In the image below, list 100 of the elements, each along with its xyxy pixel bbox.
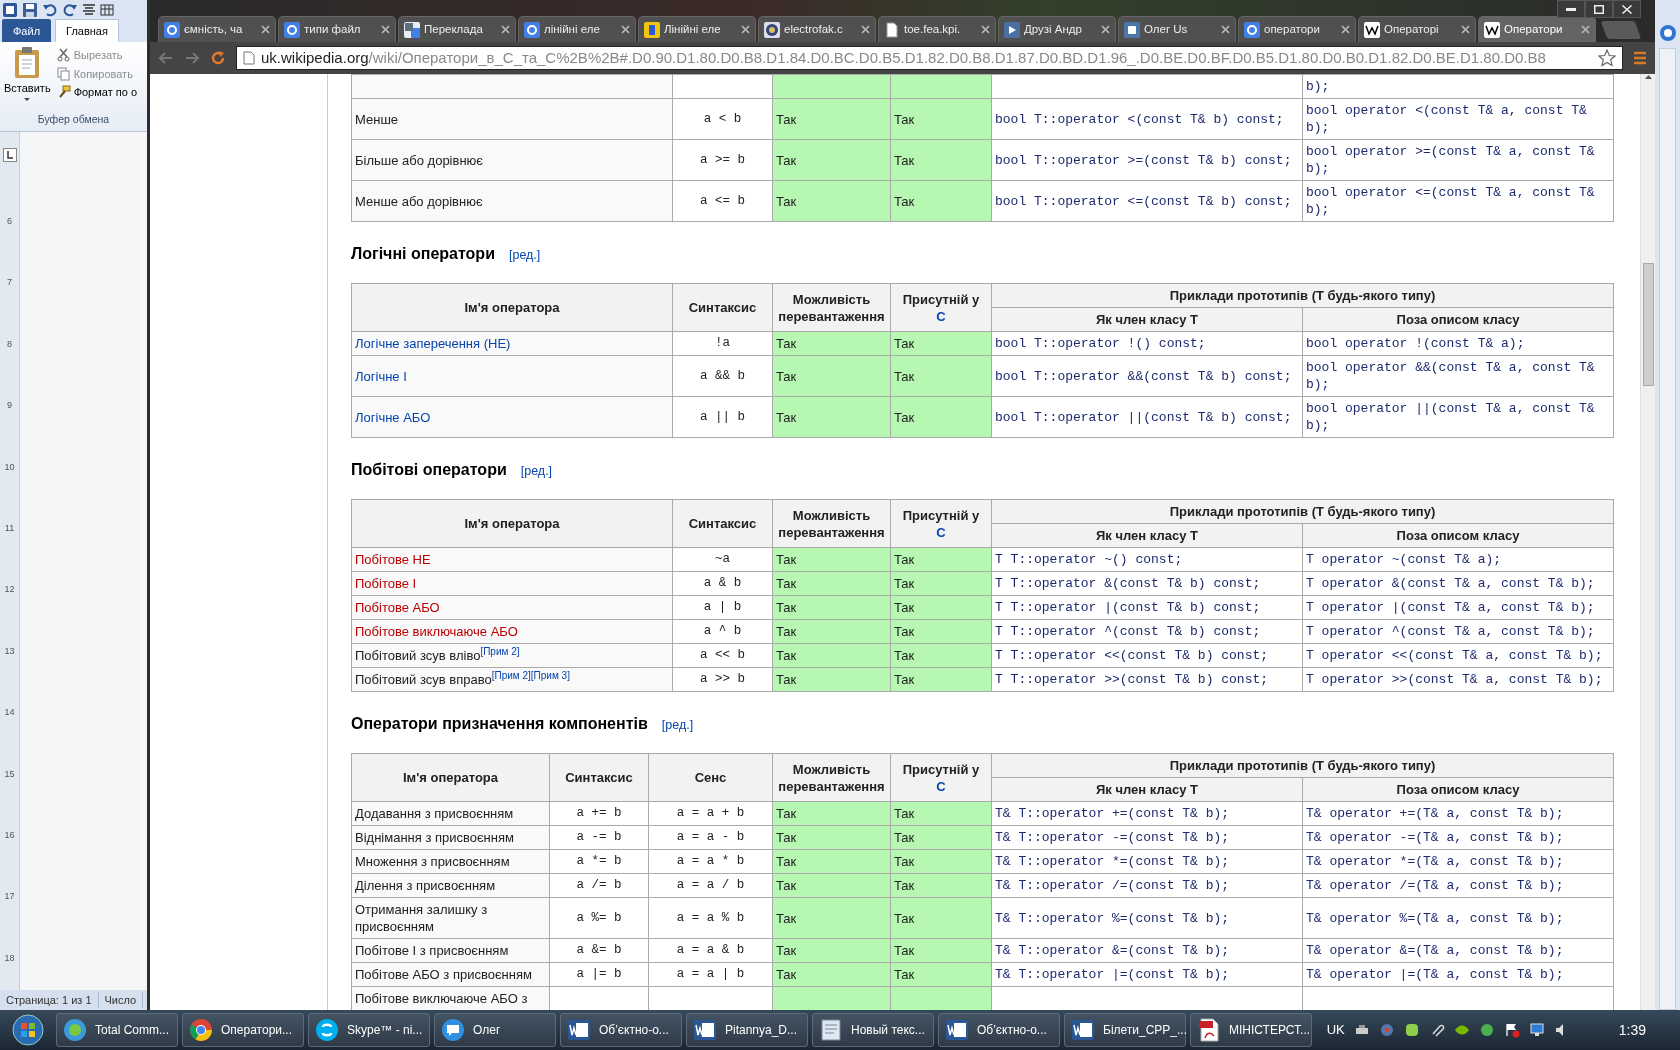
address-bar[interactable]: uk.wikipedia.org/wiki/Оператори_в_C_та_C%2B%2B#.D0.90.D1.80.D0.B8.D1.84.D0.BC.D0.B5.D1.82.D0.B8.D1.87.D0.BD.D1.96_.D0.BE.D0.BF.D0.B5.D1.80.D0.B0.D1.82.D0.BE.D1.80.D0.B8 [236,46,1623,70]
close-icon[interactable] [861,25,870,34]
scrollbar[interactable] [1659,48,1676,1010]
column-header: Присутній у [901,760,981,778]
close-icon[interactable] [981,25,990,34]
browser-tab[interactable]: Оператори [1478,16,1596,42]
close-icon[interactable] [621,25,630,34]
reload-button[interactable] [210,50,226,66]
browser-tab[interactable]: лінійні еле [518,16,636,42]
clock[interactable]: 1:39 [1618,1019,1646,1041]
minimize-button[interactable] [1557,0,1585,18]
close-button[interactable] [1613,0,1641,18]
close-icon[interactable] [1101,25,1110,34]
menu-icon[interactable] [1633,50,1647,66]
save-icon[interactable] [22,2,38,18]
paste-button[interactable]: Вставить [2,46,53,113]
taskbar-button[interactable]: Pitannya_D... [686,1013,808,1047]
close-icon[interactable] [501,25,510,34]
close-icon[interactable] [261,25,270,34]
operator-name: Побітове виключаюче АБО з [355,991,528,1006]
code-cell: T operator ^(const T& a, const T& b); [1302,619,1614,644]
browser-tab[interactable]: electrofak.c [758,16,876,42]
flag-icon[interactable] [1503,1022,1520,1038]
undo-icon[interactable] [42,2,58,18]
ruler-number: 15 [4,767,15,781]
taskbar-button[interactable]: Об’єктно-о... [560,1013,682,1047]
ribbon-button[interactable]: Формат по о [56,83,138,102]
code-cell: T T::operator |(const T& b) const; [991,595,1303,620]
code-cell: T operator >>(const T& a, const T& b); [1302,667,1614,692]
operator-link[interactable]: Логічне АБО [355,409,431,425]
browser-tab[interactable]: ємність, ча [158,16,276,42]
table-cell: Так [890,98,992,140]
close-icon[interactable] [1341,25,1350,34]
taskbar-button[interactable]: МІНІСТЕРСТ... [1190,1013,1312,1047]
code-cell: bool operator >=(const T& a, const T& b); [1302,139,1614,181]
ruler-number: 18 [4,951,15,965]
close-icon[interactable] [741,25,750,34]
taskbar-button[interactable]: Total Comm... [56,1013,178,1047]
taskbar-button[interactable]: Олег [434,1013,556,1047]
status-dot-icon[interactable] [1478,1022,1495,1038]
c-link[interactable]: C [936,778,946,794]
c-link[interactable]: C [936,308,946,324]
operator-link[interactable]: Побітове НЕ [355,552,431,567]
browser-tab[interactable]: toe.fea.kpi. [878,16,996,42]
ruler-number: 11 [4,521,15,535]
edit-link[interactable]: [ред.] [520,462,553,481]
taskbar-button[interactable]: Оператори... [182,1013,304,1047]
redo-icon[interactable] [62,2,78,18]
code-cell: T& operator /=(T& a, const T& b); [1302,873,1614,898]
c-link[interactable]: C [936,524,946,540]
table-icon[interactable] [100,3,114,17]
code-cell: T& T::operator +=(const T& b); [991,801,1303,826]
browser-tab[interactable]: Лінійні еле [638,16,756,42]
footnote-link[interactable]: [Прим 3] [530,669,570,681]
language-indicator[interactable]: UK [1326,1020,1345,1040]
browser-tab[interactable]: типи файл [278,16,396,42]
close-icon[interactable] [1221,25,1230,34]
browser-tab[interactable]: Олег Us [1118,16,1236,42]
browser-tab[interactable]: Переклада [398,16,516,42]
taskbar-button[interactable]: Skype™ - ni... [308,1013,430,1047]
table-cell: Так [890,643,992,668]
edit-link[interactable]: [ред.] [661,716,694,735]
footnote-link[interactable]: [Прим 2] [491,669,531,681]
bookmark-star-icon[interactable] [1598,49,1616,67]
paintbrush-icon [56,85,71,100]
edit-link[interactable]: [ред.] [508,246,541,265]
help-icon[interactable] [1658,24,1677,42]
code-cell: bool T::operator ||(const T& b) const; [991,396,1303,438]
operator-link[interactable]: Побітове І [355,576,417,591]
scrollbar-thumb[interactable] [1642,263,1654,386]
table-cell: a = a + b [648,801,773,826]
table-cell: Так [772,643,891,668]
operator-link[interactable]: Логічне І [355,368,407,384]
close-icon[interactable] [1581,25,1590,34]
browser-tab[interactable]: оператори [1238,16,1356,42]
table-cell: a < b [672,98,773,140]
tab-stop-icon[interactable] [2,147,17,162]
table-cell: a |= b [549,962,649,987]
maximize-button[interactable] [1585,0,1613,18]
browser-tab[interactable]: Операторі [1358,16,1476,42]
align-icon[interactable] [82,3,96,17]
ribbon-tab[interactable]: Файл [2,18,52,42]
taskbar-button[interactable]: Новый текс... [812,1013,934,1047]
tray-app-icon[interactable] [1403,1022,1420,1038]
taskbar-button[interactable]: Білети_CPP_... [1064,1013,1186,1047]
ribbon-tab[interactable]: Главная [55,18,119,42]
operator-link[interactable]: Побітове АБО [355,600,440,615]
close-icon[interactable] [381,25,390,34]
network-icon[interactable] [1528,1022,1545,1038]
code-cell: T operator &(const T& a, const T& b); [1302,571,1614,596]
column-header: Присутній у [901,290,981,308]
scrollbar[interactable] [1640,74,1655,1010]
browser-tab[interactable]: Друзі Андр [998,16,1116,42]
taskbar-button[interactable]: Об’єктно-о... [938,1013,1060,1047]
footnote-link[interactable]: [Прим 2] [480,645,520,657]
close-icon[interactable] [1461,25,1470,34]
table-cell: Так [772,897,891,939]
tray-app-icon[interactable] [1378,1022,1395,1038]
section-heading: Оператори призначення компонентів [351,714,648,734]
code-cell: bool T::operator !() const; [991,331,1303,356]
